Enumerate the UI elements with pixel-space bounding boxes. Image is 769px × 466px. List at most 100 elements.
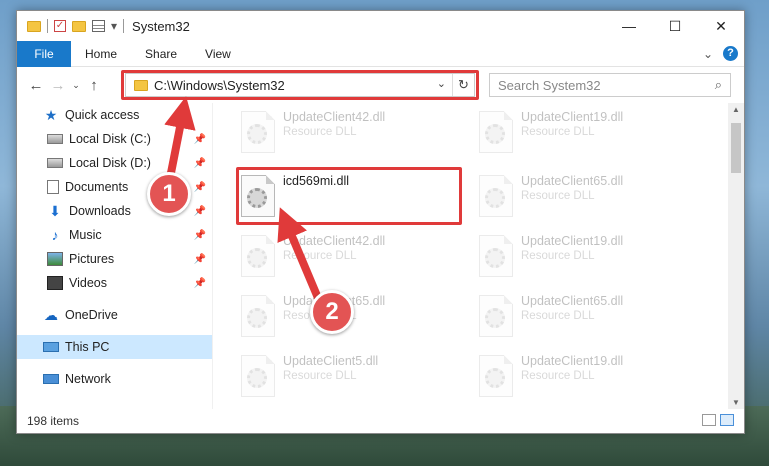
- sidebar-item-label: Music: [69, 228, 102, 242]
- pin-icon[interactable]: 📌: [194, 182, 206, 193]
- file-item[interactable]: UpdateClient19.dll Resource DLL: [473, 231, 703, 289]
- download-icon: ⬇: [49, 203, 61, 219]
- file-item[interactable]: UpdateClient19.dll Resource DLL: [473, 107, 703, 165]
- navigation-bar: ← → ⌄ ↑ C:\Windows\System32 ⌄ ↻ Search S…: [17, 67, 744, 103]
- drive-icon: [47, 134, 63, 144]
- sidebar-item-this-pc[interactable]: This PC: [17, 335, 212, 359]
- ribbon-tabs: File Home Share View ⌄ ?: [17, 40, 744, 67]
- search-placeholder: Search System32: [498, 77, 601, 93]
- customize-toolbar-icon[interactable]: ▾: [111, 19, 117, 33]
- dll-file-icon: [241, 355, 275, 397]
- file-name: UpdateClient19.dll: [521, 354, 624, 368]
- window-title: System32: [132, 18, 190, 34]
- sidebar-item-music[interactable]: ♪ Music 📌: [17, 223, 212, 247]
- minimize-button[interactable]: —: [606, 11, 652, 41]
- file-type: Resource DLL: [283, 370, 357, 382]
- file-item[interactable]: UpdateClient5.dll Resource DLL: [235, 351, 465, 409]
- properties-check-icon[interactable]: ✓: [54, 20, 66, 32]
- divider: [47, 19, 48, 33]
- sidebar-item-pictures[interactable]: Pictures 📌: [17, 247, 212, 271]
- gear-icon: [485, 188, 505, 208]
- file-item[interactable]: UpdateClient65.dll Resource DLL: [473, 171, 703, 229]
- pin-icon[interactable]: 📌: [194, 206, 206, 217]
- pin-icon[interactable]: 📌: [194, 230, 206, 241]
- sidebar-item-label: Downloads: [69, 204, 131, 218]
- tab-home[interactable]: Home: [71, 41, 131, 67]
- sidebar-item-videos[interactable]: Videos 📌: [17, 271, 212, 295]
- scroll-up-icon[interactable]: ▲: [732, 105, 740, 114]
- sidebar-item-onedrive[interactable]: ☁ OneDrive: [17, 303, 212, 327]
- file-name: UpdateClient42.dll: [283, 234, 386, 248]
- title-bar: ✓ ▾ System32 — ☐ ✕: [17, 11, 744, 41]
- tiles-view-icon[interactable]: [720, 414, 734, 426]
- file-type: Resource DLL: [521, 250, 595, 262]
- sidebar-item-network[interactable]: Network: [17, 367, 212, 391]
- details-view-icon[interactable]: [702, 414, 716, 426]
- cloud-icon: ☁: [44, 307, 58, 323]
- dll-file-icon: [479, 111, 513, 153]
- dll-file-icon: [241, 235, 275, 277]
- close-button[interactable]: ✕: [698, 11, 744, 41]
- forward-button[interactable]: →: [47, 77, 69, 94]
- dll-file-icon: [241, 111, 275, 153]
- address-highlight-box: [121, 70, 479, 100]
- network-icon: [43, 374, 59, 384]
- file-type: Resource DLL: [521, 310, 595, 322]
- file-item[interactable]: UpdateClient42.dll Resource DLL: [235, 231, 465, 289]
- scrollbar-thumb[interactable]: [731, 123, 741, 173]
- pin-icon[interactable]: 📌: [194, 158, 206, 169]
- status-bar: 198 items: [17, 409, 744, 433]
- scroll-down-icon[interactable]: ▼: [732, 398, 740, 407]
- sidebar-item-label: OneDrive: [65, 308, 118, 322]
- gear-icon: [247, 368, 267, 388]
- pin-icon[interactable]: 📌: [194, 278, 206, 289]
- file-item[interactable]: UpdateClient65.dll Resource DLL: [473, 291, 703, 349]
- file-item[interactable]: UpdateClient42.dll Resource DLL: [235, 107, 465, 165]
- file-type: Resource DLL: [283, 250, 357, 262]
- properties-icon[interactable]: [92, 20, 105, 32]
- file-type: Resource DLL: [283, 126, 357, 138]
- tab-file[interactable]: File: [17, 40, 71, 67]
- dll-file-icon: [479, 175, 513, 217]
- file-name: UpdateClient19.dll: [521, 110, 624, 124]
- gear-icon: [485, 248, 505, 268]
- videos-icon: [47, 276, 63, 290]
- file-type: Resource DLL: [521, 126, 595, 138]
- navigation-pane: ★ Quick access Local Disk (C:) 📌 Local D…: [17, 103, 213, 409]
- drive-icon: [47, 158, 63, 168]
- documents-icon: [47, 180, 59, 194]
- sidebar-item-quick-access[interactable]: ★ Quick access: [17, 103, 212, 127]
- file-item[interactable]: UpdateClient19.dll Resource DLL: [473, 351, 703, 409]
- up-button[interactable]: ↑: [83, 77, 105, 94]
- file-name: UpdateClient65.dll: [521, 294, 624, 308]
- expand-ribbon-icon[interactable]: ⌄: [703, 47, 713, 61]
- maximize-button[interactable]: ☐: [652, 11, 698, 41]
- vertical-scrollbar[interactable]: ▲ ▼: [728, 103, 744, 409]
- file-name: UpdateClient65.dll: [521, 174, 624, 188]
- pin-icon[interactable]: 📌: [194, 134, 206, 145]
- sidebar-item-local-disk-c[interactable]: Local Disk (C:) 📌: [17, 127, 212, 151]
- back-button[interactable]: ←: [25, 77, 47, 94]
- pc-icon: [43, 342, 59, 352]
- new-folder-icon[interactable]: [72, 20, 86, 32]
- sidebar-item-label: This PC: [65, 340, 110, 354]
- file-highlight-box: [236, 167, 462, 225]
- pin-icon[interactable]: 📌: [194, 254, 206, 265]
- dll-file-icon: [479, 355, 513, 397]
- sidebar-item-local-disk-d[interactable]: Local Disk (D:) 📌: [17, 151, 212, 175]
- recent-locations-button[interactable]: ⌄: [69, 80, 83, 91]
- gear-icon: [247, 248, 267, 268]
- search-input[interactable]: Search System32 ⌕: [489, 73, 731, 97]
- divider: [123, 19, 125, 33]
- item-count: 198 items: [27, 414, 80, 428]
- tab-share[interactable]: Share: [131, 41, 191, 67]
- tab-view[interactable]: View: [191, 41, 245, 67]
- gear-icon: [247, 124, 267, 144]
- help-icon[interactable]: ?: [723, 46, 738, 61]
- file-name: UpdateClient42.dll: [283, 110, 386, 124]
- search-icon[interactable]: ⌕: [715, 77, 722, 93]
- file-type: Resource DLL: [521, 370, 595, 382]
- sidebar-item-label: Pictures: [69, 252, 115, 266]
- file-name: UpdateClient19.dll: [521, 234, 624, 248]
- pictures-icon: [47, 252, 63, 266]
